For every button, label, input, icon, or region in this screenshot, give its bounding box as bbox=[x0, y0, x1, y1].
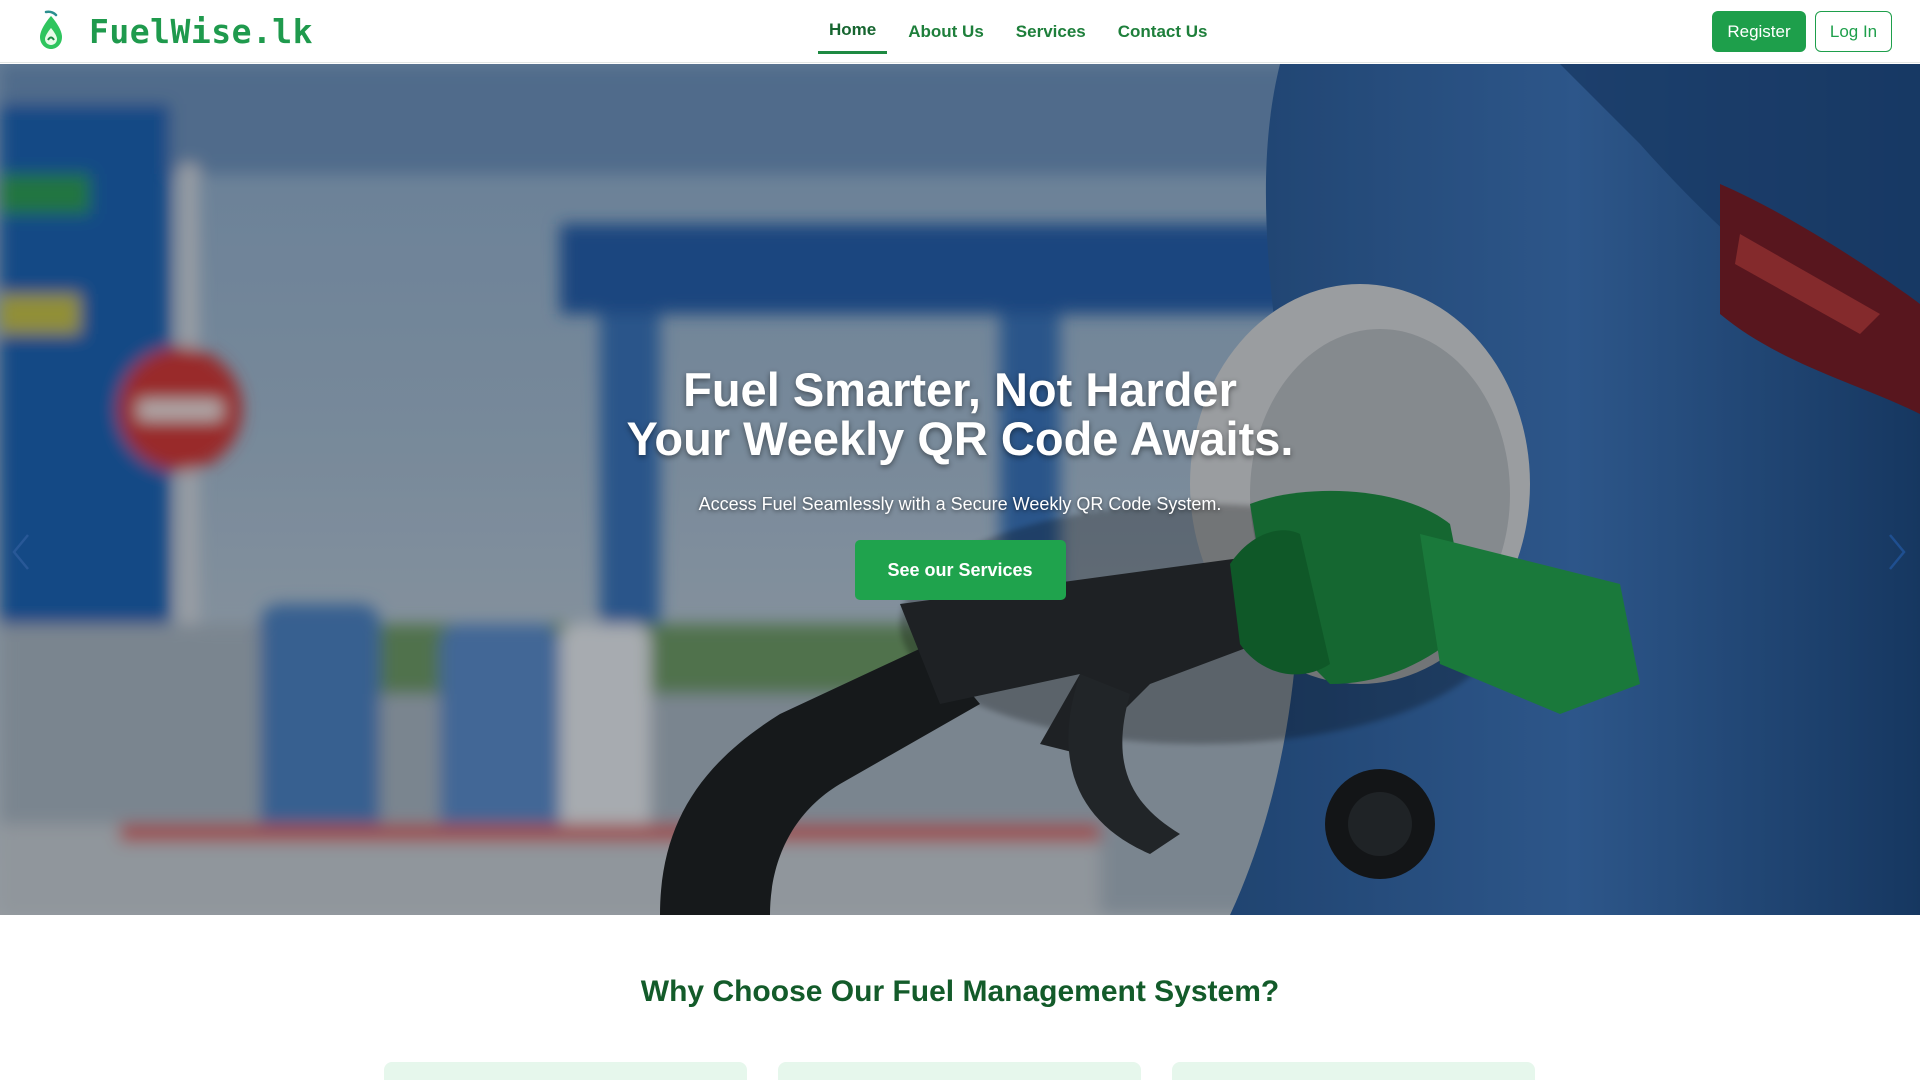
main-nav: Home About Us Services Contact Us bbox=[818, 0, 1228, 63]
nav-contact-us[interactable]: Contact Us bbox=[1107, 0, 1219, 63]
hero-title: Fuel Smarter, Not Harder Your Weekly QR … bbox=[0, 365, 1920, 463]
login-button[interactable]: Log In bbox=[1815, 11, 1892, 52]
hero-subtitle: Access Fuel Seamlessly with a Secure Wee… bbox=[698, 494, 1222, 514]
top-navbar: FuelWise.lk Home About Us Services Conta… bbox=[0, 0, 1920, 63]
see-services-button[interactable]: See our Services bbox=[854, 540, 1066, 600]
chevron-right-icon[interactable] bbox=[1882, 527, 1912, 577]
feature-card bbox=[1172, 1062, 1535, 1080]
nav-about-us[interactable]: About Us bbox=[897, 0, 995, 63]
nav-home[interactable]: Home bbox=[818, 0, 888, 63]
hero-carousel: Fuel Smarter, Not Harder Your Weekly QR … bbox=[0, 64, 1920, 915]
why-choose-heading: Why Choose Our Fuel Management System? bbox=[640, 975, 1280, 1008]
register-button[interactable]: Register bbox=[1712, 11, 1806, 52]
chevron-left-icon[interactable] bbox=[6, 527, 36, 577]
hero-content: Fuel Smarter, Not Harder Your Weekly QR … bbox=[0, 365, 1920, 600]
nav-contact-us-label: Contact Us bbox=[1117, 21, 1208, 41]
brand[interactable]: FuelWise.lk bbox=[36, 10, 313, 52]
nav-about-us-label: About Us bbox=[908, 21, 984, 41]
nav-services[interactable]: Services bbox=[1005, 0, 1097, 63]
nav-services-label: Services bbox=[1015, 21, 1086, 41]
fuel-drop-icon bbox=[40, 10, 62, 49]
brand-name: FuelWise.lk bbox=[89, 11, 314, 51]
nav-home-label: Home bbox=[829, 19, 877, 39]
feature-card bbox=[384, 1062, 747, 1080]
hero-title-line-1: Fuel Smarter, Not Harder bbox=[683, 363, 1237, 416]
hero-title-line-2: Your Weekly QR Code Awaits. bbox=[626, 412, 1294, 465]
feature-card bbox=[778, 1062, 1141, 1080]
